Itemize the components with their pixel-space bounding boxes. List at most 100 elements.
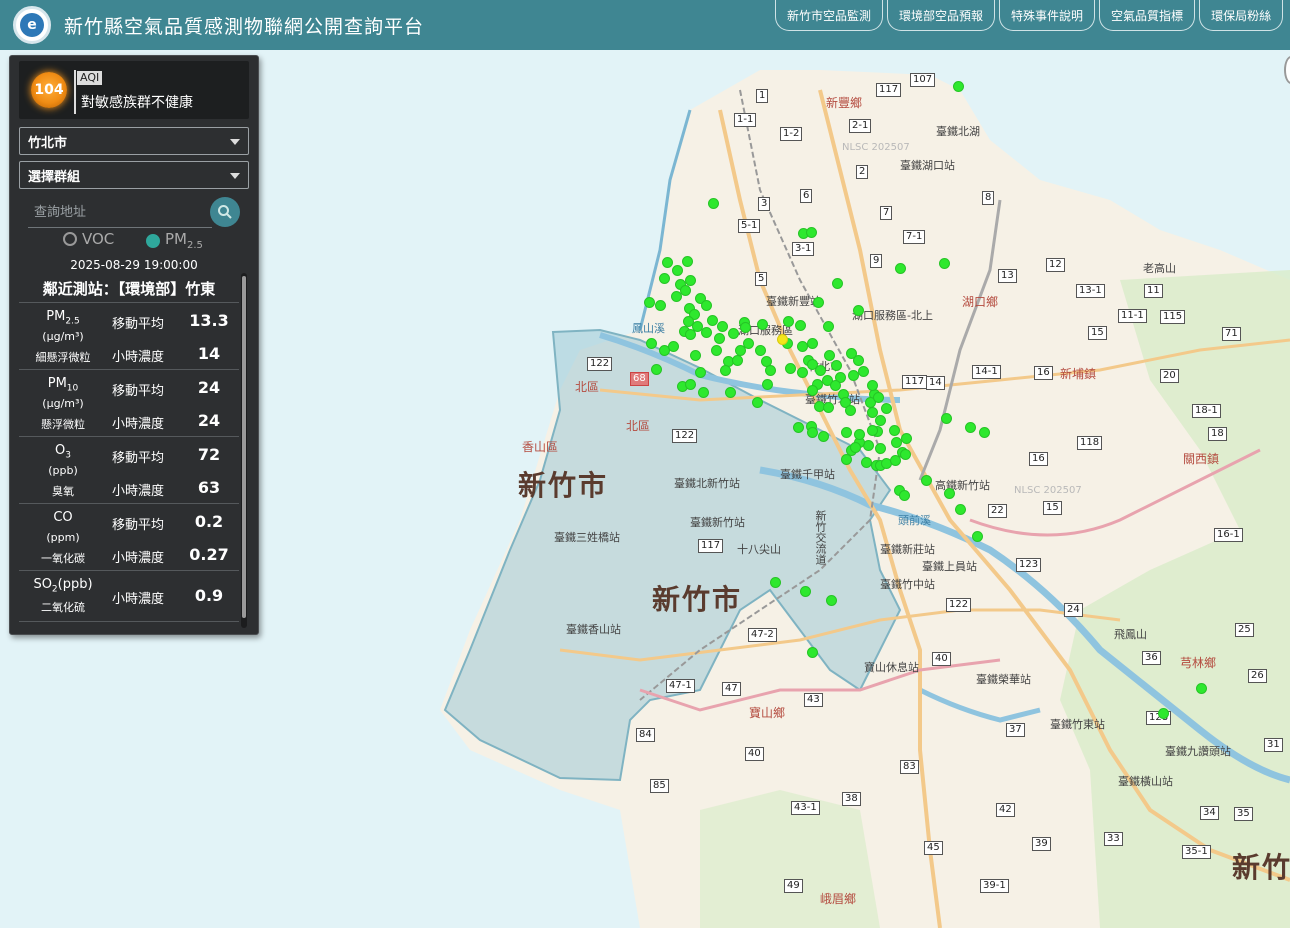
sensor-marker[interactable]: [755, 345, 766, 356]
sensor-marker[interactable]: [795, 320, 806, 331]
sensor-marker[interactable]: [841, 427, 852, 438]
sensor-marker[interactable]: [783, 316, 794, 327]
sensor-marker[interactable]: [690, 350, 701, 361]
sensor-marker[interactable]: [797, 367, 808, 378]
sensor-marker[interactable]: [646, 338, 657, 349]
sensor-marker[interactable]: [823, 321, 834, 332]
sensor-marker[interactable]: [901, 433, 912, 444]
sensor-marker[interactable]: [711, 345, 722, 356]
sensor-marker[interactable]: [668, 341, 679, 352]
sensor-marker[interactable]: [850, 442, 861, 453]
sensor-marker[interactable]: [701, 300, 712, 311]
sensor-marker[interactable]: [900, 449, 911, 460]
sensor-marker[interactable]: [939, 258, 950, 269]
sensor-marker[interactable]: [807, 427, 818, 438]
search-button[interactable]: [210, 197, 240, 227]
sensor-marker[interactable]: [655, 300, 666, 311]
sensor-marker[interactable]: [785, 363, 796, 374]
sensor-marker[interactable]: [1158, 708, 1169, 719]
sensor-marker[interactable]: [955, 504, 966, 515]
sensor-marker[interactable]: [797, 341, 808, 352]
sensor-marker[interactable]: [873, 392, 884, 403]
sensor-marker[interactable]: [752, 397, 763, 408]
sensor-marker[interactable]: [740, 322, 751, 333]
group-select[interactable]: 選擇群組: [19, 161, 249, 189]
sensor-marker[interactable]: [832, 278, 843, 289]
sensor-marker[interactable]: [701, 327, 712, 338]
radio-voc[interactable]: VOC: [63, 230, 114, 248]
sensor-marker[interactable]: [757, 319, 768, 330]
sensor-marker[interactable]: [793, 422, 804, 433]
sensor-marker[interactable]: [717, 321, 728, 332]
sensor-marker[interactable]: [848, 370, 859, 381]
sensor-marker[interactable]: [921, 475, 932, 486]
sensor-marker[interactable]: [695, 367, 706, 378]
sensor-marker[interactable]: [823, 402, 834, 413]
sensor-marker[interactable]: [644, 297, 655, 308]
sensor-marker[interactable]: [728, 328, 739, 339]
sensor-marker[interactable]: [815, 365, 826, 376]
sensor-marker[interactable]: [807, 385, 818, 396]
panel-scrollbar-thumb[interactable]: [242, 276, 246, 618]
sensor-marker[interactable]: [858, 366, 869, 377]
sensor-marker[interactable]: [979, 427, 990, 438]
radio-pm25[interactable]: PM2.5: [146, 230, 203, 251]
sensor-marker[interactable]: [965, 422, 976, 433]
site-logo[interactable]: e: [13, 6, 51, 44]
sensor-marker[interactable]: [895, 263, 906, 274]
sensor-marker[interactable]: [770, 577, 781, 588]
sensor-marker[interactable]: [889, 425, 900, 436]
sensor-marker[interactable]: [826, 595, 837, 606]
sensor-marker[interactable]: [841, 454, 852, 465]
sensor-marker[interactable]: [671, 291, 682, 302]
sensor-marker[interactable]: [662, 257, 673, 268]
sensor-marker[interactable]: [972, 531, 983, 542]
sensor-marker[interactable]: [831, 360, 842, 371]
sensor-marker[interactable]: [867, 380, 878, 391]
sensor-marker[interactable]: [875, 443, 886, 454]
sensor-marker[interactable]: [845, 405, 856, 416]
sensor-marker[interactable]: [944, 488, 955, 499]
sensor-marker[interactable]: [659, 273, 670, 284]
sensor-marker[interactable]: [853, 355, 864, 366]
sensor-marker[interactable]: [708, 198, 719, 209]
sensor-marker[interactable]: [881, 403, 892, 414]
sensor-marker[interactable]: [732, 355, 743, 366]
sensor-marker[interactable]: [875, 415, 886, 426]
sensor-marker[interactable]: [953, 81, 964, 92]
nav-hsinchu-city-monitor[interactable]: 新竹市空品監測: [775, 0, 884, 31]
sensor-marker[interactable]: [714, 333, 725, 344]
sensor-marker-moderate[interactable]: [777, 334, 788, 345]
sensor-marker[interactable]: [891, 437, 902, 448]
sensor-marker[interactable]: [800, 586, 811, 597]
nav-epa-forecast[interactable]: 環境部空品預報: [887, 0, 996, 31]
sensor-marker[interactable]: [807, 647, 818, 658]
sensor-marker[interactable]: [853, 305, 864, 316]
sensor-marker[interactable]: [806, 227, 817, 238]
nav-epb-fanpage[interactable]: 環保局粉絲: [1199, 0, 1284, 31]
sensor-marker[interactable]: [1196, 683, 1207, 694]
address-search-input[interactable]: [28, 198, 212, 228]
nav-special-events[interactable]: 特殊事件說明: [999, 0, 1096, 31]
sensor-marker[interactable]: [735, 345, 746, 356]
sensor-marker[interactable]: [765, 365, 776, 376]
sensor-marker[interactable]: [824, 350, 835, 361]
sensor-marker[interactable]: [854, 429, 865, 440]
sensor-marker[interactable]: [867, 425, 878, 436]
district-select[interactable]: 竹北市: [19, 127, 249, 155]
sensor-marker[interactable]: [698, 387, 709, 398]
sensor-marker[interactable]: [725, 387, 736, 398]
sensor-marker[interactable]: [685, 329, 696, 340]
sensor-marker[interactable]: [941, 413, 952, 424]
nav-aqi-info[interactable]: 空氣品質指標: [1099, 0, 1196, 31]
sensor-marker[interactable]: [720, 365, 731, 376]
sensor-marker[interactable]: [830, 380, 841, 391]
sensor-marker[interactable]: [672, 265, 683, 276]
sensor-marker[interactable]: [682, 256, 693, 267]
sensor-marker[interactable]: [899, 490, 910, 501]
sensor-marker[interactable]: [651, 364, 662, 375]
sensor-marker[interactable]: [762, 379, 773, 390]
sensor-marker[interactable]: [813, 297, 824, 308]
sensor-marker[interactable]: [807, 338, 818, 349]
sensor-marker[interactable]: [818, 431, 829, 442]
